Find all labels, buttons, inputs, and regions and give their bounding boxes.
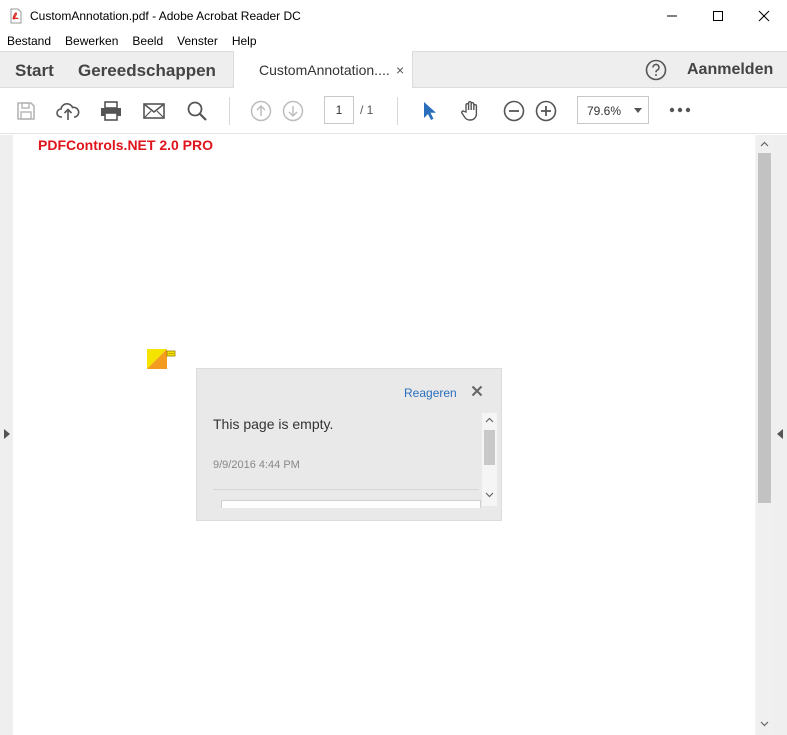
minimize-button[interactable] — [649, 0, 695, 31]
zoom-value: 79.6% — [587, 104, 622, 118]
printer-icon — [101, 101, 121, 121]
page-number-input[interactable]: 1 — [324, 96, 354, 124]
expand-right-icon — [777, 429, 783, 439]
popup-scrollbar-thumb[interactable] — [484, 430, 495, 465]
reply-input[interactable] — [221, 500, 481, 508]
scrollbar-thumb[interactable] — [758, 153, 771, 503]
document-area: PDFControls.NET 2.0 PRO Reageren This pa… — [0, 135, 787, 735]
tab-document-label: CustomAnnotation.... — [259, 62, 390, 78]
pdf-file-icon — [10, 8, 22, 23]
plus-circle-icon — [535, 100, 557, 122]
expand-left-icon — [4, 429, 10, 439]
zoom-select[interactable]: 79.6% — [577, 96, 649, 124]
minus-circle-icon — [503, 100, 525, 122]
close-icon[interactable] — [471, 385, 483, 397]
envelope-icon — [143, 103, 165, 119]
arrow-up-circle-icon — [250, 100, 272, 122]
chevron-down-icon[interactable] — [760, 721, 769, 727]
pdf-page[interactable]: PDFControls.NET 2.0 PRO Reageren This pa… — [13, 135, 755, 735]
hand-icon — [461, 101, 478, 121]
tab-bar: Start Gereedschappen CustomAnnotation...… — [0, 51, 787, 88]
menu-beeld[interactable]: Beeld — [125, 34, 170, 48]
save-button[interactable] — [14, 99, 38, 123]
maximize-button[interactable] — [695, 0, 741, 31]
menu-bewerken[interactable]: Bewerken — [58, 34, 125, 48]
sticky-note-annotation-icon[interactable] — [147, 349, 177, 369]
email-button[interactable] — [142, 99, 166, 123]
chevron-up-icon[interactable] — [760, 141, 769, 147]
save-icon — [17, 102, 35, 120]
zoom-out-button[interactable] — [502, 99, 526, 123]
vertical-scrollbar[interactable] — [756, 135, 773, 735]
cloud-upload-icon — [56, 103, 80, 120]
arrow-down-circle-icon — [282, 100, 304, 122]
search-icon — [187, 101, 207, 121]
reply-link[interactable]: Reageren — [404, 386, 457, 400]
page-total: / 1 — [360, 103, 374, 117]
previous-page-button[interactable] — [249, 99, 273, 123]
next-page-button[interactable] — [281, 99, 305, 123]
menu-help[interactable]: Help — [225, 34, 264, 48]
minimize-icon — [667, 15, 677, 16]
window-controls — [649, 0, 787, 31]
annotation-content: This page is empty. — [213, 416, 334, 432]
cursor-arrow-icon — [424, 102, 436, 120]
select-tool-button[interactable] — [417, 99, 441, 123]
menu-venster[interactable]: Venster — [170, 34, 225, 48]
title-bar: CustomAnnotation.pdf - Adobe Acrobat Rea… — [0, 0, 787, 31]
more-options-icon[interactable] — [669, 107, 691, 113]
close-window-button[interactable] — [741, 0, 787, 31]
upload-cloud-button[interactable] — [56, 99, 80, 123]
close-icon — [758, 10, 770, 21]
signin-button[interactable]: Aanmelden — [687, 61, 773, 79]
tab-document[interactable]: CustomAnnotation.... × — [233, 51, 413, 88]
tab-start[interactable]: Start — [15, 61, 54, 81]
chevron-down-icon[interactable] — [485, 492, 494, 498]
maximize-icon — [713, 10, 723, 21]
zoom-in-button[interactable] — [534, 99, 558, 123]
annotation-popup: Reageren This page is empty. 9/9/2016 4:… — [196, 368, 502, 521]
menu-bestand[interactable]: Bestand — [0, 34, 58, 48]
popup-scrollbar[interactable] — [482, 413, 497, 506]
popup-divider — [213, 489, 479, 490]
watermark-text: PDFControls.NET 2.0 PRO — [38, 137, 214, 153]
window-title: CustomAnnotation.pdf - Adobe Acrobat Rea… — [30, 8, 301, 23]
search-button[interactable] — [185, 99, 209, 123]
toolbar-separator — [397, 97, 398, 125]
print-button[interactable] — [99, 99, 123, 123]
chevron-up-icon[interactable] — [485, 417, 494, 423]
chevron-down-icon — [634, 108, 642, 113]
menu-bar: Bestand Bewerken Beeld Venster Help — [0, 31, 787, 51]
annotation-date: 9/9/2016 4:44 PM — [213, 459, 300, 471]
tab-tools[interactable]: Gereedschappen — [78, 61, 216, 81]
toolbar-separator — [229, 97, 230, 125]
hand-tool-button[interactable] — [459, 99, 483, 123]
help-icon[interactable] — [645, 59, 667, 81]
tab-close-button[interactable]: × — [396, 62, 404, 78]
